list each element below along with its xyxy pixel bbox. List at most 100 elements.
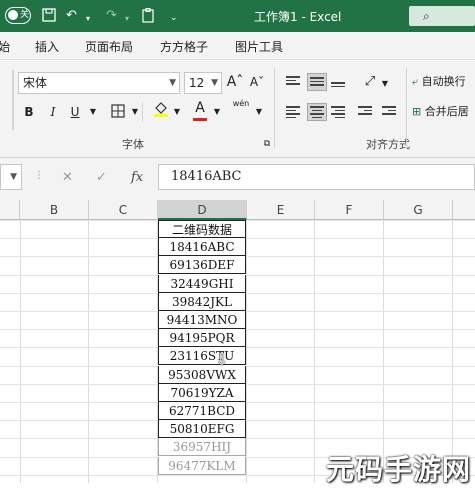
search-box[interactable]: ⌕ <box>409 6 475 26</box>
enter-icon[interactable]: ✓ <box>96 170 107 185</box>
column-header-f[interactable]: F <box>315 200 384 220</box>
font-dialog-launcher-icon[interactable]: ⧉ <box>262 138 272 150</box>
autosave-toggle[interactable]: 关 <box>5 7 31 24</box>
align-top-icon[interactable] <box>286 74 304 90</box>
redo-icon[interactable]: ↷ <box>106 8 117 24</box>
phonetic-button[interactable]: wén <box>230 98 252 110</box>
wrap-text-label: 自动换行 <box>421 75 466 88</box>
column-header-b[interactable]: B <box>20 200 89 220</box>
gridline <box>452 220 453 483</box>
search-icon: ⌕ <box>423 9 430 23</box>
data-cell[interactable]: 39842JKL <box>158 292 246 311</box>
fill-color-icon[interactable] <box>152 100 170 124</box>
chevron-down-icon[interactable]: ▼ <box>380 74 390 94</box>
tab-picture-tools[interactable]: 图片工具 <box>235 38 283 55</box>
font-name-select[interactable]: 宋体 ▼ <box>18 72 180 94</box>
grow-font-label: Aˆ <box>226 74 244 90</box>
column-header-g[interactable]: G <box>384 200 453 220</box>
font-size-select[interactable]: 12 ▼ <box>184 72 222 94</box>
formula-input[interactable]: 18416ABC <box>158 164 475 190</box>
watermark-text: 元码手游网 <box>326 453 472 486</box>
chevron-down-icon[interactable]: ▼ <box>130 102 140 122</box>
divider <box>142 102 143 122</box>
merge-cells-icon: ⊞ <box>412 105 422 118</box>
undo-icon[interactable]: ↶ <box>66 8 77 24</box>
tab-fangfang[interactable]: 方方格子 <box>160 38 208 55</box>
decrease-indent-icon[interactable] <box>358 104 376 120</box>
chevron-down-icon: ▼ <box>211 78 218 88</box>
tab-page-layout[interactable]: 页面布局 <box>85 38 133 55</box>
phonetic-label: wén <box>232 99 250 108</box>
redo-dropdown-icon[interactable]: ▾ <box>125 11 129 27</box>
shrink-font-button[interactable]: Aˇ <box>248 72 266 92</box>
undo-dropdown-icon[interactable]: ▾ <box>86 11 90 27</box>
wrap-text-icon: ⤶ <box>412 75 419 88</box>
divider <box>406 68 407 148</box>
align-left-icon[interactable] <box>286 104 304 120</box>
data-cell[interactable]: 23116STU <box>158 347 246 366</box>
underline-button[interactable]: U <box>66 102 84 122</box>
data-cell[interactable]: 94195PQR <box>158 329 246 348</box>
data-cell[interactable]: 69136DEF <box>158 256 246 275</box>
data-cell[interactable]: 32449GHI <box>158 274 246 293</box>
underline-label: U <box>70 105 80 119</box>
font-group-label: 字体 <box>122 138 144 151</box>
gridline <box>246 220 247 483</box>
title-bar: 关 ↶ ▾ ↷ ▾ ⌄ 工作簿1 - Excel ⌕ <box>0 0 475 32</box>
align-bottom-icon[interactable] <box>331 76 349 92</box>
tab-insert[interactable]: 插入 <box>35 38 59 55</box>
merge-center-button[interactable]: ⊞ 合并后居 <box>412 102 475 122</box>
name-box-dropdown[interactable]: ▼ <box>0 164 22 190</box>
data-cell[interactable]: 94413MNO <box>158 311 246 329</box>
grow-font-button[interactable]: Aˆ <box>226 72 244 92</box>
wrap-text-button[interactable]: ⤶ 自动换行 <box>412 72 475 92</box>
italic-button[interactable]: I <box>44 102 62 122</box>
column-header-c[interactable]: C <box>89 200 158 220</box>
chevron-down-icon[interactable]: ▼ <box>254 102 264 122</box>
tab-home[interactable]: 始 <box>0 38 10 55</box>
column-header-partial[interactable] <box>0 200 20 220</box>
gridline <box>383 220 384 483</box>
data-cell[interactable]: 18416ABC <box>158 238 246 257</box>
increase-indent-icon[interactable] <box>382 104 400 120</box>
orientation-icon[interactable]: ⤢ <box>360 72 380 92</box>
align-center-icon[interactable] <box>307 103 327 121</box>
font-color-icon[interactable]: A <box>192 98 208 121</box>
gridline <box>20 220 21 483</box>
data-cell[interactable]: 36957HIJ <box>158 438 246 457</box>
column-header-partial[interactable] <box>453 200 475 220</box>
data-cell[interactable]: 96477KLM <box>158 456 246 475</box>
data-cell[interactable]: 62771BCD <box>158 402 246 420</box>
gridline <box>314 220 315 483</box>
chevron-down-icon[interactable]: ▼ <box>172 102 182 122</box>
worksheet-grid[interactable]: B C D E F G 二维码数据 18416ABC 69136DEF 32449GH… <box>0 200 475 483</box>
data-cell[interactable]: 70619YZA <box>158 383 246 402</box>
borders-icon[interactable] <box>110 104 126 120</box>
column-header-e[interactable]: E <box>247 200 315 220</box>
save-icon[interactable] <box>42 8 56 27</box>
gridline <box>88 220 89 483</box>
insert-function-icon[interactable]: fx <box>131 170 143 185</box>
font-size-value: 12 <box>189 76 205 90</box>
chevron-down-icon[interactable]: ▼ <box>88 102 98 122</box>
customize-toolbar-icon[interactable]: ⌄ <box>170 10 178 26</box>
column-header-d[interactable]: D <box>158 200 247 220</box>
alignment-group-label: 对齐方式 <box>366 138 410 151</box>
bold-button[interactable]: B <box>20 102 38 122</box>
bold-label: B <box>24 105 34 119</box>
cancel-icon[interactable]: ✕ <box>62 170 73 185</box>
window-title: 工作簿1 - Excel <box>254 10 342 24</box>
align-right-icon[interactable] <box>331 104 349 120</box>
shrink-font-label: Aˇ <box>249 75 265 89</box>
autosave-label: 关 <box>20 10 30 20</box>
data-cell[interactable]: 50810EFG <box>158 420 246 439</box>
ribbon: 宋体 ▼ 12 ▼ Aˆ Aˇ B I U ▼ ▼ ▼ A ▼ wén ▼ 字体… <box>0 60 475 158</box>
clipboard-icon[interactable] <box>142 8 154 28</box>
ribbon-edge <box>12 70 14 130</box>
column-header-cell[interactable]: 二维码数据 <box>158 220 246 238</box>
formula-bar: ▼ ⋮ ✕ ✓ fx 18416ABC <box>0 158 475 200</box>
align-middle-icon[interactable] <box>307 73 327 91</box>
data-cell[interactable]: 95308VWX <box>158 365 246 384</box>
italic-label: I <box>50 105 56 119</box>
chevron-down-icon[interactable]: ▼ <box>212 102 222 122</box>
